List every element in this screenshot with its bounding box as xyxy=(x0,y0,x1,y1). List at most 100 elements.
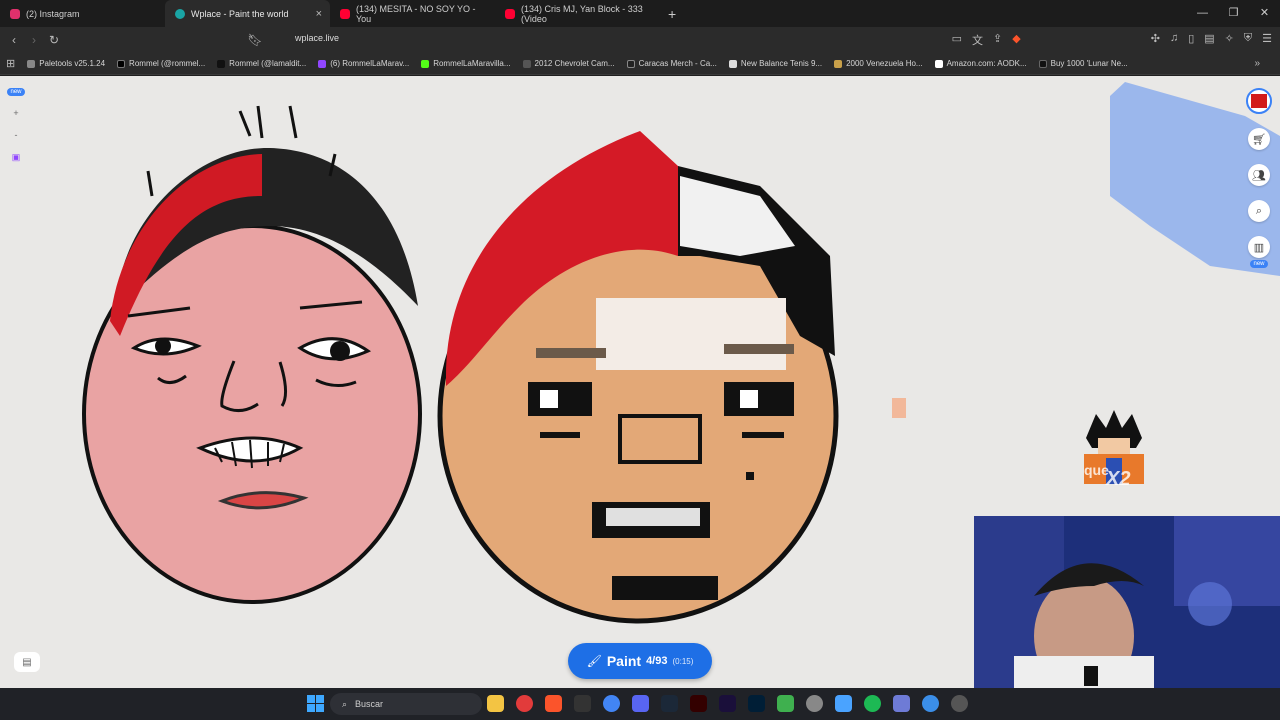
windows-start-icon[interactable] xyxy=(307,695,324,712)
wallet-icon[interactable]: ▤ xyxy=(1204,32,1214,48)
vpn-icon[interactable]: ⛨ xyxy=(1244,32,1252,48)
bookmark-label: 2012 Chevrolet Cam... xyxy=(534,59,615,68)
twitch-icon[interactable]: ▣ xyxy=(12,152,21,163)
app-icon[interactable] xyxy=(835,695,852,712)
taskbar-search[interactable]: ⌕ Buscar xyxy=(330,693,482,715)
bookmark-item[interactable]: 2012 Chevrolet Cam... xyxy=(522,59,615,68)
zoom-in-button[interactable]: + xyxy=(13,108,18,118)
app-icon[interactable] xyxy=(574,695,591,712)
app-icon[interactable] xyxy=(893,695,910,712)
tab-instagram[interactable]: (2) Instagram xyxy=(0,0,165,27)
menu-icon[interactable]: ☰ xyxy=(1262,32,1272,48)
browser-toolbar-icons: ▭ 文 ⇪ ◆ ✣ ♫ ▯ ▤ ✧ ⛨ ☰ xyxy=(952,32,1272,48)
premiere-icon[interactable] xyxy=(719,695,736,712)
brush-icon: 🖌︎ xyxy=(586,654,602,668)
pixel-count: 4/93 xyxy=(646,655,668,667)
bookmark-label: Buy 1000 'Lunar Ne... xyxy=(1050,59,1128,68)
bookmark-item[interactable]: Rommel (@rommel... xyxy=(117,59,205,68)
bookmark-item[interactable]: (6) RommelLaMarav... xyxy=(318,59,409,68)
bookmark-item[interactable]: Buy 1000 'Lunar Ne... xyxy=(1038,59,1128,68)
search-location-icon[interactable]: ⌕ xyxy=(1248,200,1270,222)
tab-youtube-crismj[interactable]: (134) Cris MJ, Yan Block - 333 (Video xyxy=(495,0,660,27)
paint-label: Paint xyxy=(606,653,642,669)
bookmark-label: 2000 Venezuela Ho... xyxy=(846,59,923,68)
search-placeholder: Buscar xyxy=(355,699,384,709)
leaderboard-new-badge: new xyxy=(1250,260,1268,268)
window-controls: — ❐ ✕ xyxy=(1187,0,1280,27)
bookmark-label: RommelLaMaravilla... xyxy=(433,59,511,68)
user-avatar[interactable] xyxy=(1246,88,1272,114)
install-icon[interactable]: ▭ xyxy=(952,32,962,48)
leo-icon[interactable]: ✧ xyxy=(1225,32,1234,48)
pixel-dot xyxy=(892,398,906,418)
bookmarks-bar: ⊞ Paletools v25.1.24 Rommel (@rommel... … xyxy=(0,53,1280,75)
sidebar-icon[interactable]: ▯ xyxy=(1188,32,1194,48)
address-bar: ‹ › ↻ 🔖︎ wplace.live ▭ 文 ⇪ ◆ ✣ ♫ ▯ ▤ ✧ ⛨… xyxy=(0,27,1280,53)
layers-toggle-button[interactable]: ▤ xyxy=(14,652,40,672)
translate-icon[interactable]: 文 xyxy=(972,32,983,48)
cooldown-timer: (0:15) xyxy=(672,656,694,666)
wplace-icon xyxy=(175,8,185,19)
illustrator-icon[interactable] xyxy=(690,695,707,712)
bookmark-label: Rommel (@lamaldit... xyxy=(229,59,307,68)
alliance-icon[interactable]: 👥︎ xyxy=(1248,164,1270,186)
chrome-icon[interactable] xyxy=(603,695,620,712)
bookmark-item[interactable]: Rommel (@lamaldit... xyxy=(217,59,306,68)
goku-overlay-image: que X2 xyxy=(1076,408,1152,490)
store-icon xyxy=(728,59,737,68)
tab-title: Wplace - Paint the world xyxy=(191,8,289,19)
restore-icon[interactable]: ❐ xyxy=(1218,0,1249,27)
paint-button[interactable]: 🖌︎ Paint 4/93 (0:15) xyxy=(568,643,712,679)
new-tab-button[interactable]: + xyxy=(668,6,676,22)
tab-youtube-mesita[interactable]: (134) MESITA - NO SOY YO - You xyxy=(330,0,495,27)
x-icon xyxy=(117,59,126,68)
apps-grid-icon[interactable]: ⊞ xyxy=(6,57,15,70)
steam-icon[interactable] xyxy=(661,695,678,712)
media-icon[interactable]: ♫ xyxy=(1170,32,1178,48)
right-toolbar: 🛒︎ 👥︎ ⌕ ▥ new xyxy=(1246,88,1272,268)
opera-icon[interactable] xyxy=(516,695,533,712)
twitch-icon xyxy=(318,59,327,68)
bookmark-item[interactable]: Paletools v25.1.24 xyxy=(27,59,105,68)
discord-icon[interactable] xyxy=(632,695,649,712)
obs-icon[interactable] xyxy=(806,695,823,712)
bookmark-item[interactable]: 2000 Venezuela Ho... xyxy=(834,59,923,68)
youtube-icon xyxy=(505,8,515,19)
amazon-icon xyxy=(934,59,943,68)
photoshop-icon[interactable] xyxy=(748,695,765,712)
brave-shield-icon[interactable]: ◆ xyxy=(1012,32,1020,48)
bookmark-item[interactable]: Caracas Merch - Ca... xyxy=(626,59,717,68)
more-bookmarks-icon[interactable]: » xyxy=(1254,58,1260,69)
tab-bar: (2) Instagram Wplace - Paint the world ×… xyxy=(0,0,1280,27)
zoom-out-button[interactable]: - xyxy=(15,130,18,140)
forward-icon[interactable]: › xyxy=(24,33,44,47)
close-window-icon[interactable]: ✕ xyxy=(1249,0,1280,27)
file-explorer-icon[interactable] xyxy=(487,695,504,712)
minimize-icon[interactable]: — xyxy=(1187,0,1218,27)
app-icon[interactable] xyxy=(777,695,794,712)
taskbar-apps xyxy=(487,695,968,712)
share-icon[interactable]: ⇪ xyxy=(993,32,1002,48)
brave-icon[interactable] xyxy=(545,695,562,712)
reload-icon[interactable]: ↻ xyxy=(44,33,64,47)
bookmark-icon[interactable]: 🔖︎ xyxy=(245,33,265,47)
spotify-icon[interactable] xyxy=(864,695,881,712)
url-field[interactable]: wplace.live xyxy=(295,33,339,43)
store-cart-button[interactable]: 🛒︎ xyxy=(1248,128,1270,150)
app-icon[interactable] xyxy=(951,695,968,712)
tab-wplace[interactable]: Wplace - Paint the world × xyxy=(165,0,330,27)
youtube-icon xyxy=(340,8,350,19)
bookmark-item[interactable]: New Balance Tenis 9... xyxy=(728,59,822,68)
bookmark-item[interactable]: Amazon.com: AODK... xyxy=(934,59,1027,68)
info-new-badge[interactable]: new xyxy=(7,88,25,96)
app-icon[interactable] xyxy=(922,695,939,712)
back-icon[interactable]: ‹ xyxy=(4,33,24,47)
close-tab-icon[interactable]: × xyxy=(316,8,322,20)
tab-title: (2) Instagram xyxy=(26,8,80,19)
bookmark-item[interactable]: RommelLaMaravilla... xyxy=(421,59,511,68)
leaderboard-icon[interactable]: ▥ xyxy=(1248,236,1270,258)
instagram-icon xyxy=(10,8,20,19)
extensions-icon[interactable]: ✣ xyxy=(1151,32,1160,48)
bookmark-label: (6) RommelLaMarav... xyxy=(330,59,410,68)
bookmark-label: Amazon.com: AODK... xyxy=(946,59,1027,68)
